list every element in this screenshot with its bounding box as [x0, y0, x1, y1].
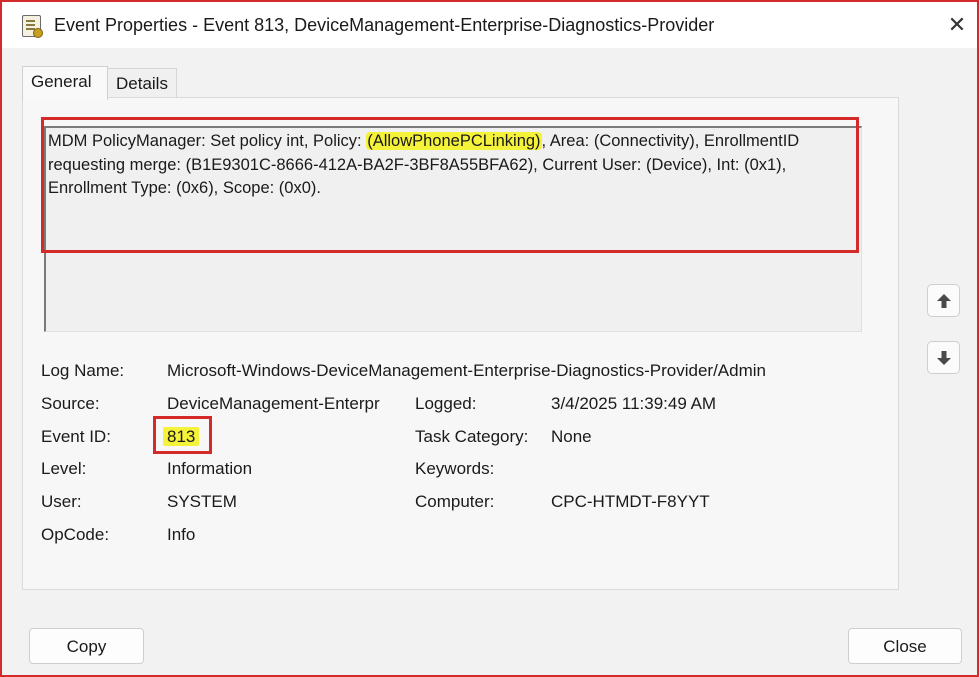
- description-part-1: MDM PolicyManager: Set policy int, Polic…: [48, 132, 367, 150]
- event-description-text: MDM PolicyManager: Set policy int, Polic…: [48, 130, 848, 201]
- next-event-button[interactable]: [927, 341, 960, 374]
- computer-label: Computer:: [415, 492, 495, 511]
- event-id-label: Event ID:: [41, 427, 111, 446]
- close-icon[interactable]: ✕: [942, 10, 972, 40]
- level-label: Level:: [41, 459, 87, 478]
- task-category-value[interactable]: None: [551, 427, 592, 447]
- opcode-value[interactable]: Info: [167, 525, 195, 545]
- source-label: Source:: [41, 394, 100, 413]
- tab-details[interactable]: Details: [107, 68, 177, 98]
- log-name-label: Log Name:: [41, 361, 125, 380]
- arrow-down-icon: [937, 351, 951, 365]
- arrow-up-icon: [937, 294, 951, 308]
- event-properties-window: Event Properties - Event 813, DeviceMana…: [0, 0, 979, 677]
- opcode-label: OpCode:: [41, 525, 110, 544]
- task-category-label: Task Category:: [415, 427, 529, 446]
- log-name-value[interactable]: Microsoft-Windows-DeviceManagement-Enter…: [167, 361, 766, 381]
- title-bar[interactable]: Event Properties - Event 813, DeviceMana…: [2, 2, 977, 48]
- logged-label: Logged:: [415, 394, 477, 413]
- highlighted-policy-name: (AllowPhonePCLinking): [366, 132, 542, 150]
- user-value[interactable]: SYSTEM: [167, 492, 237, 512]
- logged-value[interactable]: 3/4/2025 11:39:49 AM: [551, 394, 716, 414]
- computer-value[interactable]: CPC-HTMDT-F8YYT: [551, 492, 710, 512]
- window-title: Event Properties - Event 813, DeviceMana…: [54, 15, 715, 35]
- event-id-highlight: 813: [163, 427, 200, 446]
- copy-button[interactable]: Copy: [29, 628, 144, 664]
- event-id-value[interactable]: 813: [163, 427, 200, 447]
- tab-general[interactable]: General: [22, 66, 108, 100]
- close-button[interactable]: Close: [848, 628, 962, 664]
- keywords-label: Keywords:: [415, 459, 495, 478]
- source-value[interactable]: DeviceManagement-Enterpr: [167, 394, 380, 414]
- user-label: User:: [41, 492, 82, 511]
- previous-event-button[interactable]: [927, 284, 960, 317]
- event-log-icon: [22, 15, 43, 38]
- level-value[interactable]: Information: [167, 459, 252, 479]
